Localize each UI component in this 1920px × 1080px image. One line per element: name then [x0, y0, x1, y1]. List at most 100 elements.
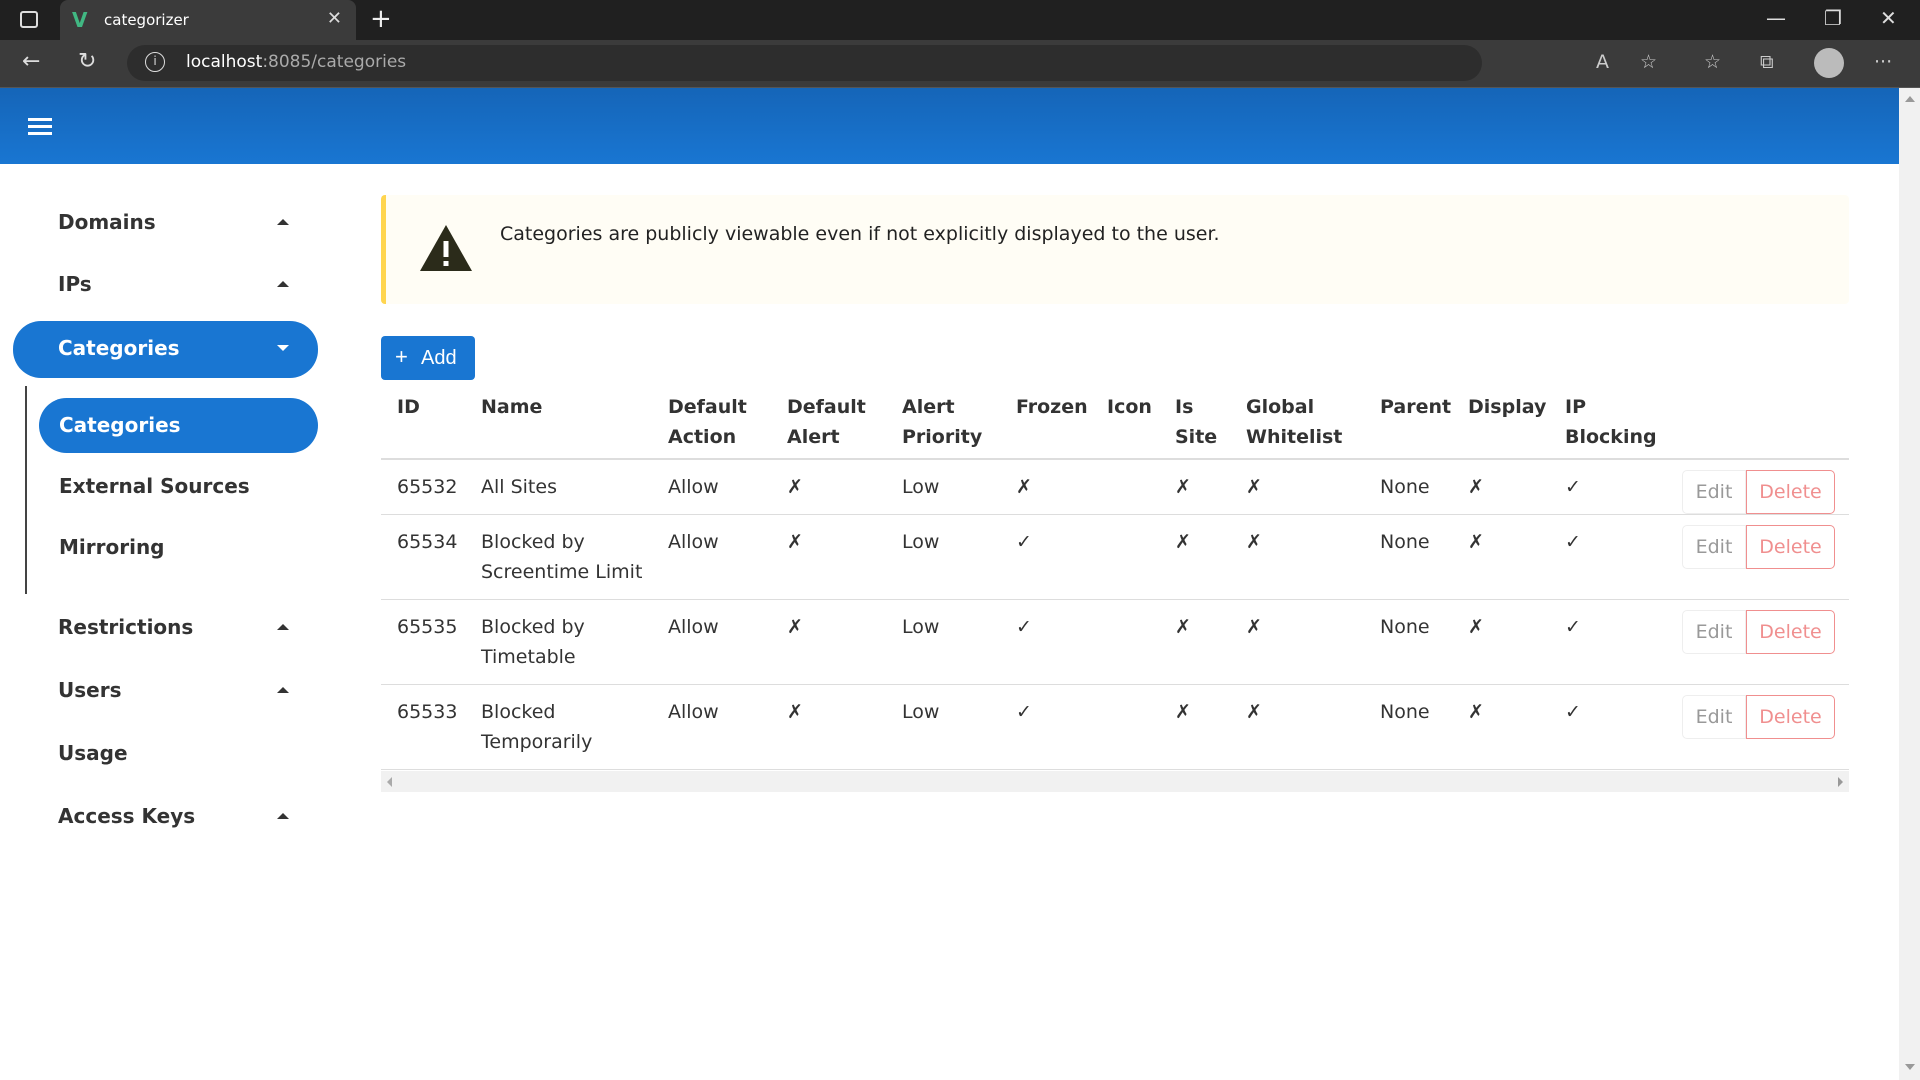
close-tab-icon[interactable]: ✕ [327, 8, 342, 29]
warning-alert: Categories are publicly viewable even if… [381, 195, 1849, 304]
table-cell: ✗ [1230, 459, 1364, 515]
column-header: Name [465, 392, 652, 460]
actions-cell: Edit Delete [1665, 459, 1849, 515]
table-cell: ✓ [1549, 514, 1665, 600]
delete-button[interactable]: Delete [1746, 470, 1835, 514]
column-header: Alert Priority [886, 392, 1000, 460]
delete-button[interactable]: Delete [1746, 695, 1835, 739]
table-cell [1091, 599, 1159, 685]
restore-icon[interactable]: ❐ [1824, 6, 1842, 30]
delete-button[interactable]: Delete [1746, 525, 1835, 569]
sidebar-item-label: Access Keys [58, 804, 196, 828]
sidebar-subitem-categories[interactable]: Categories [39, 398, 318, 453]
column-header: ID [381, 392, 465, 460]
table-cell: ✓ [1000, 684, 1091, 770]
sidebar-item-users[interactable]: Users [13, 663, 318, 719]
table-cell: ✓ [1549, 459, 1665, 515]
table-cell: All Sites [465, 459, 652, 515]
refresh-icon[interactable]: ↻ [78, 49, 96, 74]
table-row: 65532 All Sites Allow ✗ Low ✗ ✗ ✗ None ✗ ✓ Edit Dele… [381, 459, 1849, 515]
table-cell: ✗ [771, 684, 886, 770]
table-cell: ✗ [1159, 514, 1230, 600]
actions-cell: Edit Delete [1665, 599, 1849, 685]
table-cell [1091, 459, 1159, 515]
vue-logo-icon: V [72, 8, 88, 32]
table-cell: Allow [652, 684, 771, 770]
sidebar-item-access-keys[interactable]: Access Keys [13, 789, 318, 845]
table-cell: Allow [652, 599, 771, 685]
favorites-icon[interactable]: ☆ [1704, 51, 1721, 73]
url-host: localhost [186, 52, 263, 72]
caret-down-icon [277, 345, 289, 351]
sidebar-item-label: Restrictions [58, 615, 194, 639]
actions-cell: Edit Delete [1665, 514, 1849, 600]
edit-button[interactable]: Edit [1682, 470, 1746, 514]
table-cell: Low [886, 459, 1000, 515]
column-header: Display [1452, 392, 1549, 460]
table-cell: 65534 [381, 514, 465, 600]
sidebar-item-label: Users [58, 678, 122, 702]
table-cell: None [1364, 514, 1452, 600]
table-cell: 65532 [381, 459, 465, 515]
table-cell [1091, 514, 1159, 600]
column-header: Default Action [652, 392, 771, 460]
address-bar: ← ↻ i localhost:8085/categories A ☆ ☆ ⧉ … [0, 40, 1920, 88]
table-cell: 65533 [381, 684, 465, 770]
sidebar-item-ips[interactable]: IPs [13, 257, 318, 313]
sidebar-item-label: IPs [58, 272, 92, 296]
edit-button[interactable]: Edit [1682, 695, 1746, 739]
close-window-icon[interactable]: ✕ [1880, 6, 1897, 30]
sidebar-subitem-label: Categories [59, 413, 181, 437]
new-tab-icon[interactable]: + [370, 4, 392, 34]
table-cell: Allow [652, 459, 771, 515]
edit-button[interactable]: Edit [1682, 525, 1746, 569]
collections-icon[interactable]: ⧉ [1760, 51, 1774, 73]
sidebar-toggle-icon[interactable] [20, 11, 38, 28]
url-input[interactable]: i localhost:8085/categories [127, 45, 1482, 81]
page-scrollbar[interactable] [1899, 88, 1920, 1080]
read-aloud-icon[interactable]: A [1596, 51, 1609, 73]
url-path: :8085/categories [262, 52, 407, 72]
sidebar-subitem-external-sources[interactable]: External Sources [39, 459, 318, 514]
sidebar-item-label: Domains [58, 210, 156, 234]
table-cell: ✗ [771, 514, 886, 600]
categories-table: ID Name Default Action Default Alert Alert P… [381, 392, 1849, 770]
tab-title: categorizer [104, 11, 189, 29]
plus-icon: + [395, 344, 408, 369]
table-cell [1091, 684, 1159, 770]
add-favorite-icon[interactable]: ☆ [1640, 51, 1657, 73]
back-icon[interactable]: ← [22, 49, 40, 74]
browser-tab-bar: V categorizer ✕ + — ❐ ✕ [0, 0, 1920, 40]
table-cell: ✗ [1452, 514, 1549, 600]
sidebar-subitem-label: Mirroring [59, 535, 165, 559]
column-header: Frozen [1000, 392, 1091, 460]
actions-header [1665, 392, 1849, 460]
more-icon[interactable]: ··· [1874, 51, 1892, 73]
table-cell: None [1364, 599, 1452, 685]
profile-avatar[interactable] [1814, 48, 1844, 78]
minimize-icon[interactable]: — [1766, 6, 1786, 30]
add-button[interactable]: + Add [381, 336, 475, 380]
hamburger-menu-icon[interactable] [28, 118, 52, 139]
sidebar-subitem-mirroring[interactable]: Mirroring [39, 520, 318, 575]
table-cell: Low [886, 514, 1000, 600]
table-cell: ✗ [1452, 459, 1549, 515]
table-horizontal-scrollbar[interactable] [381, 771, 1849, 792]
info-icon[interactable]: i [145, 52, 165, 72]
browser-tab[interactable]: V categorizer ✕ [60, 0, 356, 40]
sidebar-item-categories[interactable]: Categories [13, 321, 318, 378]
sidebar-item-restrictions[interactable]: Restrictions [13, 600, 318, 656]
table-cell: ✓ [1549, 684, 1665, 770]
edit-button[interactable]: Edit [1682, 610, 1746, 654]
caret-up-icon [277, 624, 289, 630]
table-cell: ✗ [1230, 599, 1364, 685]
column-header: Icon [1091, 392, 1159, 460]
sidebar-item-usage[interactable]: Usage [13, 726, 318, 782]
sidebar-item-domains[interactable]: Domains [13, 195, 318, 251]
table-cell: Low [886, 684, 1000, 770]
table-cell: 65535 [381, 599, 465, 685]
column-header: Is Site [1159, 392, 1230, 460]
delete-button[interactable]: Delete [1746, 610, 1835, 654]
caret-up-icon [277, 813, 289, 819]
alert-message: Categories are publicly viewable even if… [500, 223, 1220, 245]
